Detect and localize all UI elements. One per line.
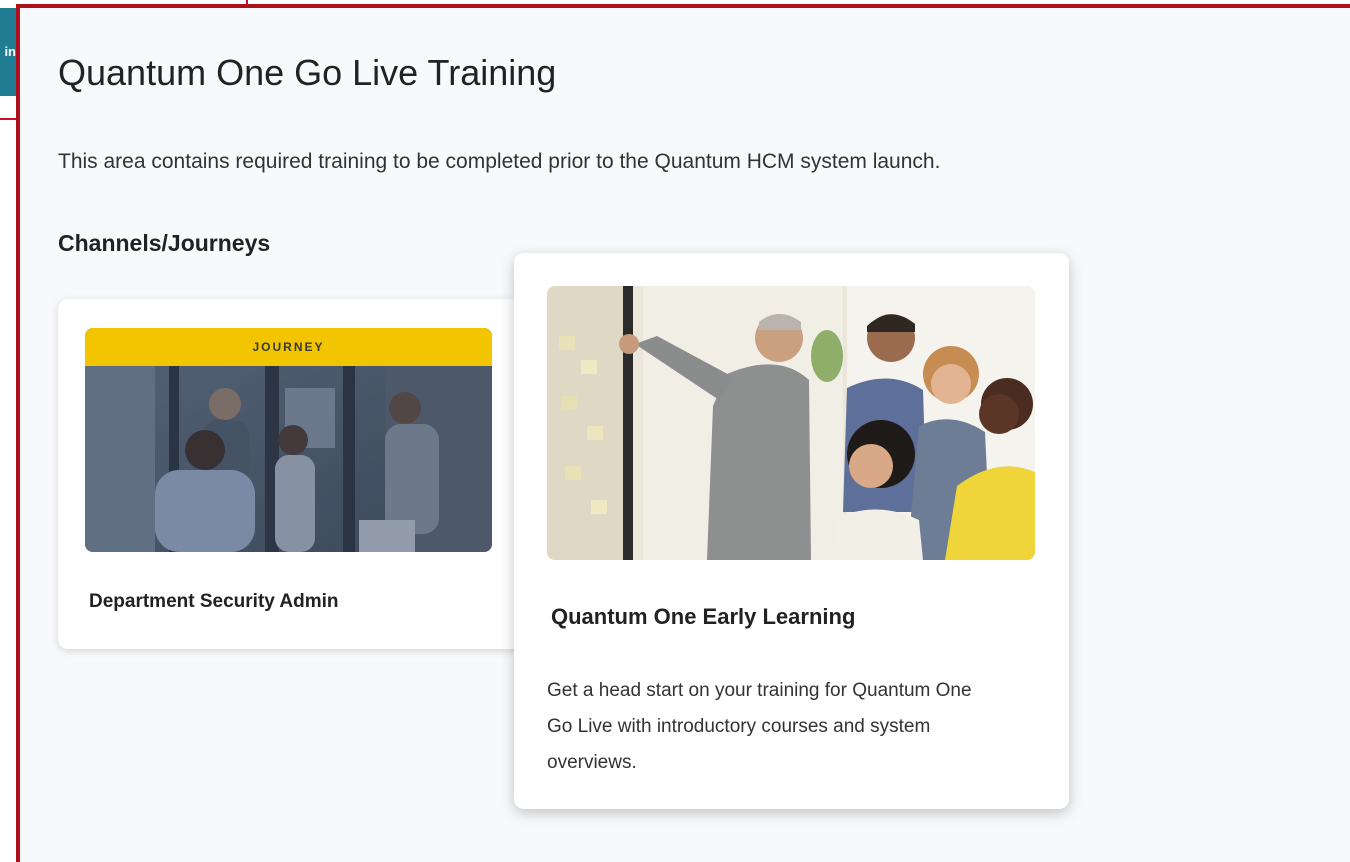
page-title: Quantum One Go Live Training [58, 52, 557, 93]
card-description: Get a head start on your training for Qu… [547, 680, 972, 773]
card-title[interactable]: Department Security Admin [89, 591, 339, 613]
section-heading: Channels/Journeys [58, 230, 271, 256]
journey-card-image: JOURNEY [85, 328, 492, 552]
card-title[interactable]: Quantum One Early Learning [551, 604, 855, 630]
channel-card-quantum-one-early-learning[interactable]: Quantum One Early Learning Get a head st… [514, 253, 1069, 809]
channel-card-image [547, 286, 1035, 560]
training-panel: Quantum One Go Live Training This area c… [16, 4, 1350, 862]
page-description: This area contains required training to … [58, 150, 941, 173]
team-whiteboard-image [547, 286, 1035, 560]
screen: in Quantum One Go Live Training This are… [0, 0, 1350, 862]
journey-card-department-security-admin[interactable]: JOURNEY Department Security Admin [58, 299, 528, 649]
journey-banner: JOURNEY [85, 328, 492, 366]
background-tab-label: in [4, 44, 16, 59]
background-divider [0, 118, 16, 120]
background-tab[interactable]: in [0, 8, 16, 96]
